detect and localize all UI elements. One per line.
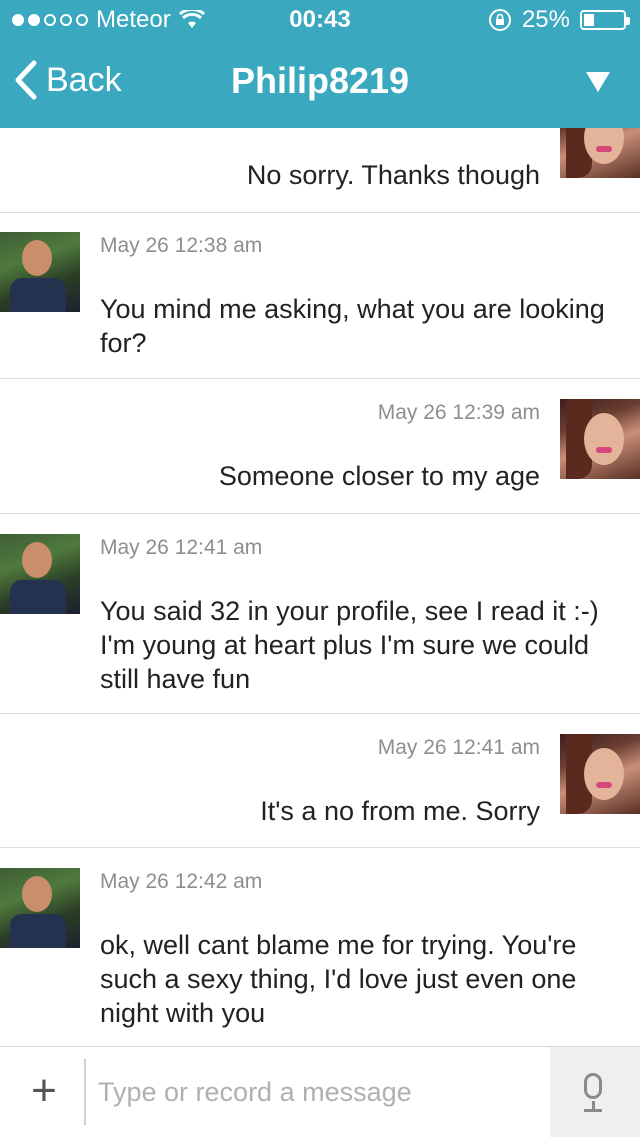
message-timestamp: May 26 12:38 am <box>100 234 263 257</box>
compose-divider <box>84 1059 86 1125</box>
message-row: No sorry. Thanks though <box>0 128 640 213</box>
status-bar: Meteor 00:43 25% <box>0 0 640 40</box>
message-list[interactable]: No sorry. Thanks though May 26 12:38 am … <box>0 128 640 1046</box>
header-bar: Meteor 00:43 25% Back Philip8219 <box>0 0 640 128</box>
avatar-self[interactable] <box>560 399 640 479</box>
message-row: May 26 12:41 am You said 32 in your prof… <box>0 514 640 714</box>
message-text: ok, well cant blame me for trying. You'r… <box>100 930 577 1028</box>
avatar-self[interactable] <box>560 734 640 814</box>
avatar-other[interactable] <box>0 868 80 948</box>
triangle-down-icon[interactable] <box>586 72 610 92</box>
message-text: You said 32 in your profile, see I read … <box>100 596 599 694</box>
status-right: 25% <box>488 6 630 34</box>
compose-bar: + <box>0 1046 640 1137</box>
rotation-lock-icon <box>488 9 511 31</box>
microphone-icon <box>584 1073 602 1099</box>
message-input[interactable] <box>98 1069 538 1115</box>
avatar-other[interactable] <box>0 232 80 312</box>
message-text: No sorry. Thanks though <box>246 160 540 190</box>
battery-icon <box>580 10 630 30</box>
plus-icon[interactable]: + <box>24 1069 64 1113</box>
message-row: May 26 12:38 am You mind me asking, what… <box>0 212 640 379</box>
record-button[interactable] <box>550 1047 640 1137</box>
message-text: Someone closer to my age <box>218 461 540 491</box>
avatar-other[interactable] <box>0 534 80 614</box>
message-timestamp: May 26 12:41 am <box>377 736 540 759</box>
message-text: It's a no from me. Sorry <box>260 796 540 826</box>
message-timestamp: May 26 12:41 am <box>100 536 263 559</box>
message-timestamp: May 26 12:42 am <box>100 870 263 893</box>
message-row: May 26 12:42 am ok, well cant blame me f… <box>0 848 640 1046</box>
message-text: You mind me asking, what you are looking… <box>100 294 605 358</box>
chat-title: Philip8219 <box>230 60 410 101</box>
avatar-self[interactable] <box>560 128 640 178</box>
nav-bar: Back Philip8219 <box>0 40 640 128</box>
message-timestamp: May 26 12:39 am <box>377 401 540 424</box>
message-row: May 26 12:39 am Someone closer to my age <box>0 379 640 514</box>
message-row: May 26 12:41 am It's a no from me. Sorry <box>0 714 640 848</box>
battery-percent: 25% <box>521 6 570 33</box>
